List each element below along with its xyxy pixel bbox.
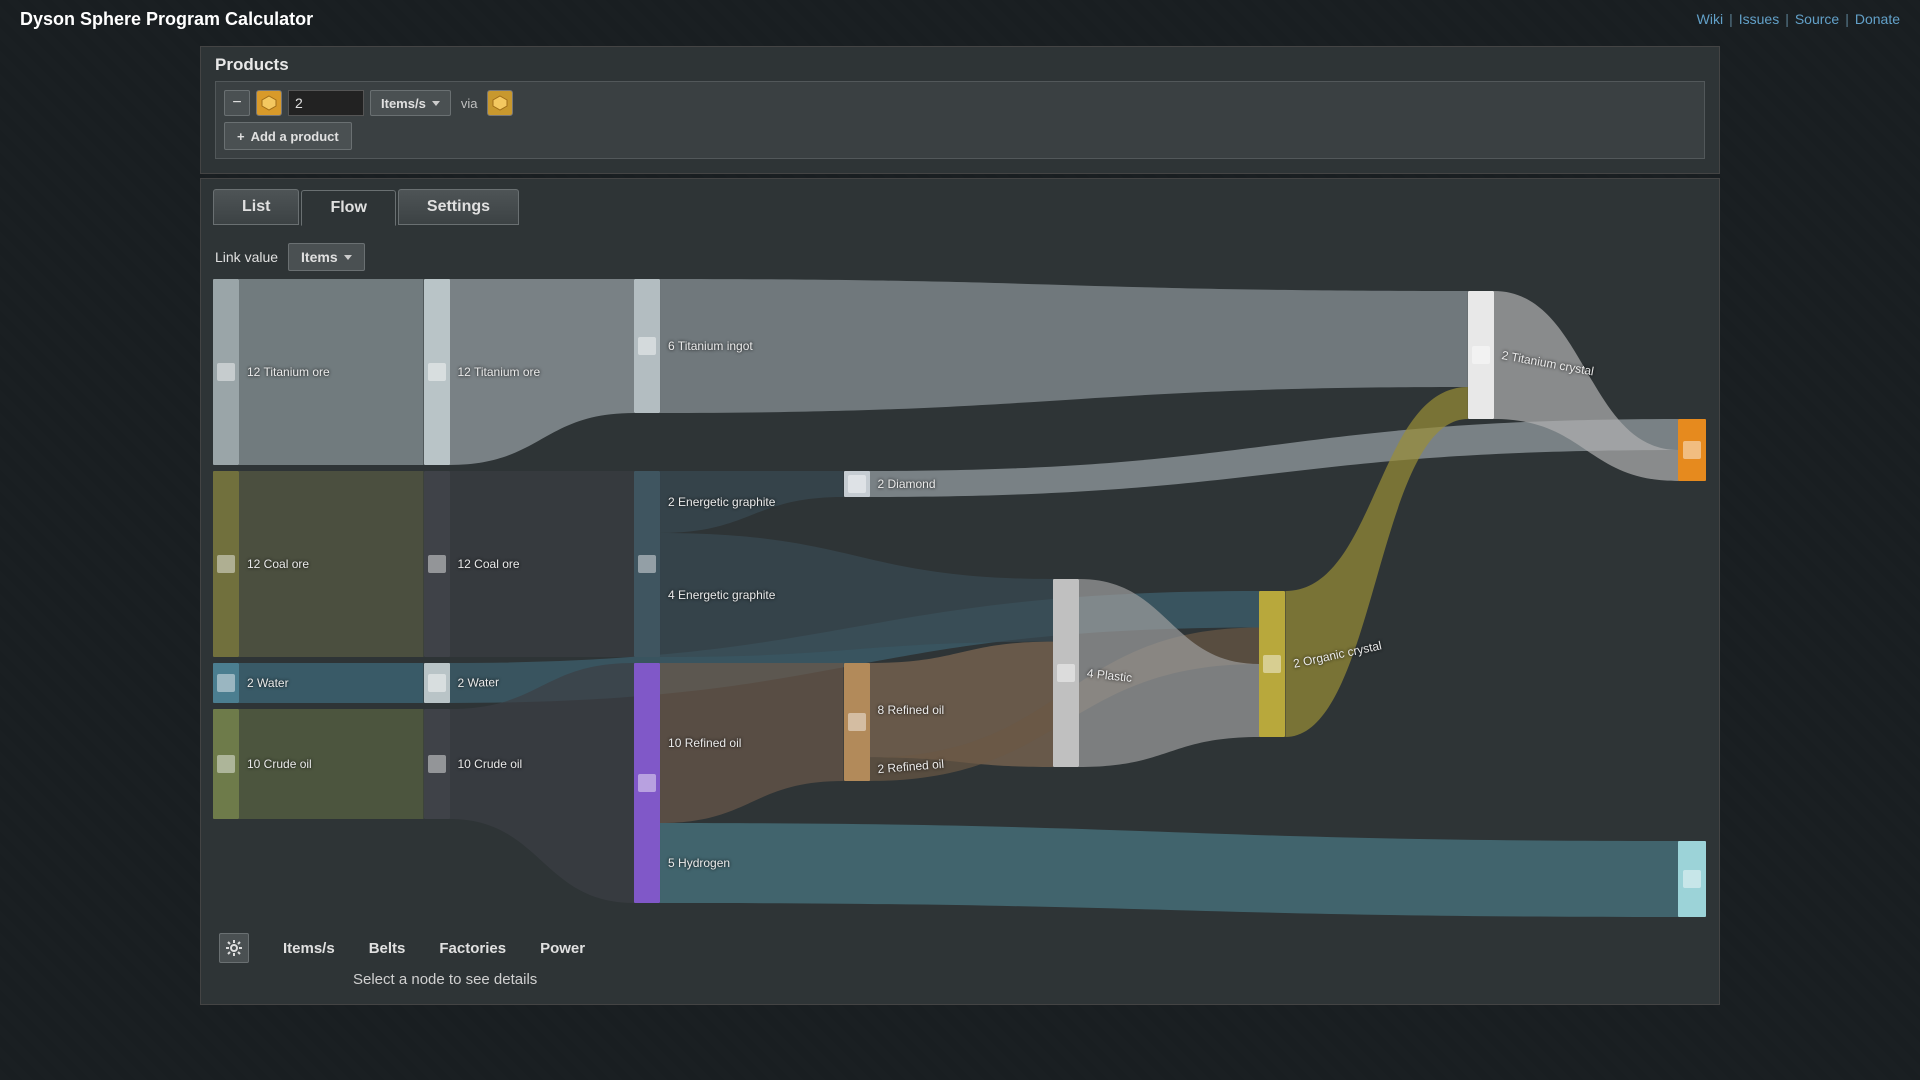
add-product-button[interactable]: + Add a product	[224, 122, 352, 150]
crude-icon	[217, 755, 235, 773]
diamond-icon	[848, 475, 866, 493]
chevron-down-icon	[344, 255, 352, 260]
tab-settings[interactable]: Settings	[398, 189, 519, 225]
sankey-link-label: 4 Energetic graphite	[668, 588, 776, 602]
sankey-link-label: 2 Water	[247, 676, 289, 690]
sankey-graph[interactable]: 12 Titanium ore 12 Coal ore 2 Water 10 Crud…	[213, 279, 1707, 919]
sankey-node-out-hydrogen[interactable]	[1678, 841, 1706, 917]
water-icon	[428, 674, 446, 692]
sankey-link-label: 10 Refined oil	[668, 736, 741, 750]
link-issues[interactable]: Issues	[1739, 11, 1779, 27]
sankey-link[interactable]	[660, 823, 1678, 917]
rate-select-label: Items/s	[381, 96, 426, 111]
sankey-node-out-product[interactable]	[1678, 419, 1706, 481]
page-title: Dyson Sphere Program Calculator	[20, 9, 313, 30]
water-icon	[217, 674, 235, 692]
sankey-link-label: 8 Refined oil	[878, 703, 945, 717]
final-icon	[1683, 441, 1701, 459]
refinery-icon	[638, 774, 656, 792]
link-value-select-label: Items	[301, 249, 338, 265]
smelter-icon	[638, 555, 656, 573]
remove-product-button[interactable]: −	[224, 90, 250, 116]
ore-icon	[428, 363, 446, 381]
sankey-link-label: 5 Hydrogen	[668, 856, 730, 870]
sankey-node-extract-crude[interactable]	[424, 709, 450, 819]
product-qty-input[interactable]	[288, 90, 364, 116]
link-value-label: Link value	[215, 249, 278, 265]
main-panel: List Flow Settings Link value Items 12 T…	[200, 178, 1720, 1005]
sankey-node-refine[interactable]	[634, 663, 660, 903]
sankey-link-label: 2 Energetic graphite	[668, 495, 776, 509]
products-title: Products	[215, 55, 1705, 75]
link-wiki[interactable]: Wiki	[1697, 11, 1723, 27]
rate-select[interactable]: Items/s	[370, 90, 451, 116]
coal-icon	[428, 555, 446, 573]
sankey-node-src-crude[interactable]	[213, 709, 239, 819]
ore-icon	[217, 363, 235, 381]
sankey-node-smelt-ti[interactable]	[634, 279, 660, 413]
chevron-down-icon	[432, 101, 440, 106]
tab-flow[interactable]: Flow	[301, 190, 395, 226]
sankey-node-src-titanium[interactable]	[213, 279, 239, 465]
sankey-node-pump-water[interactable]	[424, 663, 450, 703]
coal-icon	[217, 555, 235, 573]
h2-icon	[1683, 870, 1701, 888]
link-value-select[interactable]: Items	[288, 243, 365, 271]
gear-button[interactable]	[219, 933, 249, 963]
sankey-node-smelt-graphite[interactable]	[634, 471, 660, 657]
detail-col-factories[interactable]: Factories	[439, 940, 506, 957]
sankey-link-label: 12 Titanium ore	[458, 365, 541, 379]
link-donate[interactable]: Donate	[1855, 11, 1900, 27]
sankey-link-label: 2 Water	[457, 675, 499, 690]
sankey-node-mine-titanium[interactable]	[424, 279, 450, 465]
sankey-node-mine-coal[interactable]	[424, 471, 450, 657]
smelter-icon	[638, 337, 656, 355]
header-links: Wiki| Issues| Source| Donate	[1697, 11, 1900, 27]
sankey-node-src-water[interactable]	[213, 663, 239, 703]
detail-col-power[interactable]: Power	[540, 940, 585, 957]
detail-col-items[interactable]: Items/s	[283, 940, 335, 957]
sankey-node-organic[interactable]	[1259, 591, 1285, 737]
tcrystal-icon	[1472, 346, 1490, 364]
organic-icon	[1263, 655, 1281, 673]
products-panel: Products − Items/s via + Add a product	[200, 46, 1720, 174]
sankey-link-label: 10 Crude oil	[458, 757, 523, 771]
plastic-icon	[1057, 664, 1075, 682]
sankey-link-label: 12 Coal ore	[458, 557, 520, 571]
sankey-node-refined-oil[interactable]	[844, 663, 870, 781]
sankey-node-plastic[interactable]	[1053, 579, 1079, 767]
sankey-link-label: 12 Coal ore	[247, 557, 309, 571]
plus-icon: +	[237, 129, 245, 144]
sankey-node-src-coal[interactable]	[213, 471, 239, 657]
details-hint: Select a node to see details	[353, 971, 1707, 988]
via-label: via	[457, 96, 482, 111]
sankey-node-diamond[interactable]	[844, 471, 870, 497]
add-product-label: Add a product	[251, 129, 339, 144]
recipe-icon[interactable]	[487, 90, 513, 116]
link-source[interactable]: Source	[1795, 11, 1839, 27]
sankey-link-label: 6 Titanium ingot	[668, 339, 753, 353]
sankey-link-label: 10 Crude oil	[247, 757, 312, 771]
product-item-icon[interactable]	[256, 90, 282, 116]
gear-icon	[226, 940, 242, 956]
sankey-link[interactable]	[660, 279, 1468, 413]
sankey-link-label: 12 Titanium ore	[247, 365, 330, 379]
detail-col-belts[interactable]: Belts	[369, 940, 406, 957]
crude-icon	[428, 755, 446, 773]
sankey-link-label: 2 Diamond	[878, 477, 936, 491]
oil-icon	[848, 713, 866, 731]
tab-list[interactable]: List	[213, 189, 299, 225]
sankey-node-ti-crystal[interactable]	[1468, 291, 1494, 419]
